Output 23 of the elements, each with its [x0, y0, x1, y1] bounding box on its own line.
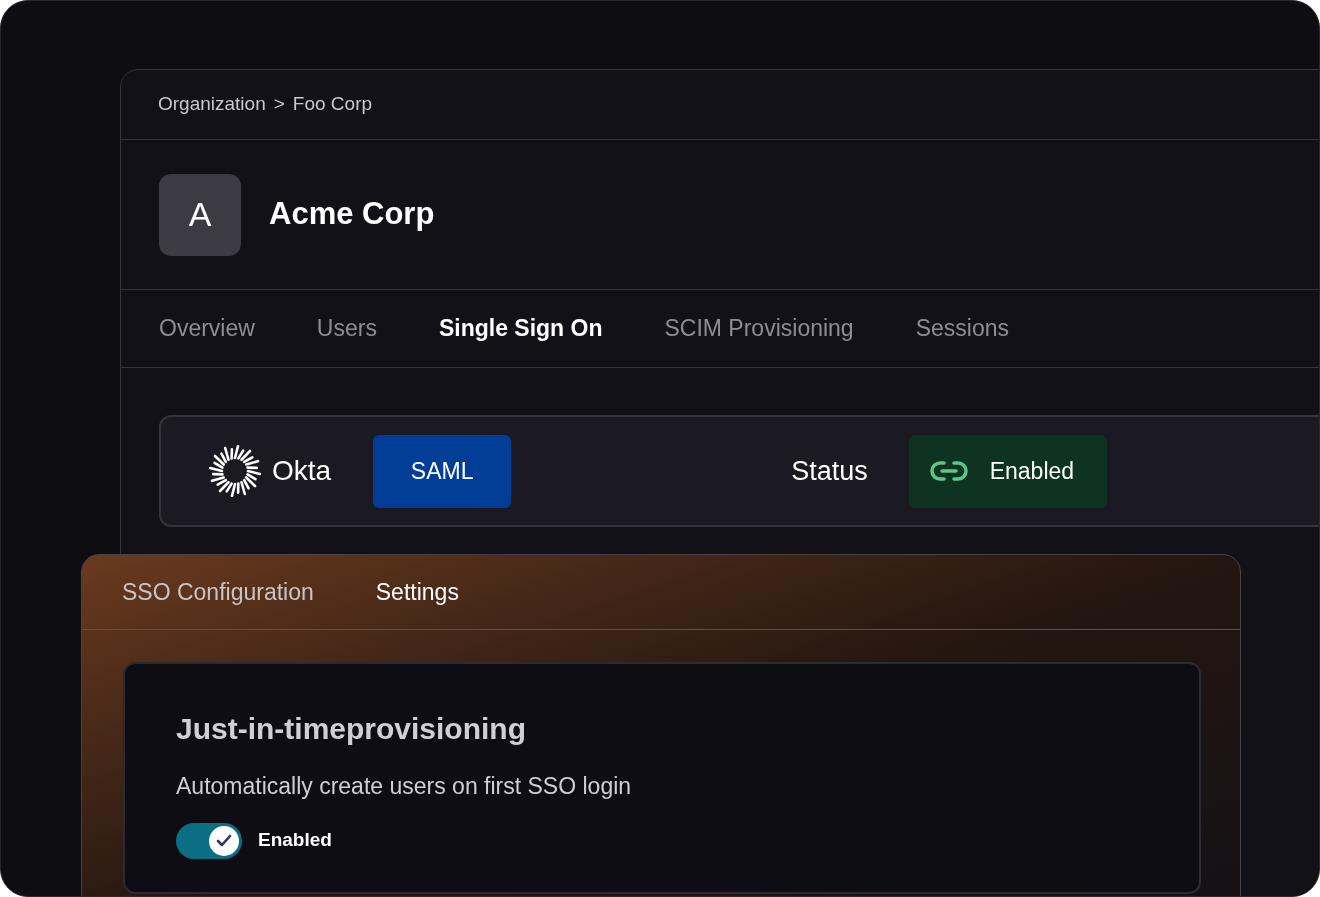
link-icon: [929, 460, 968, 482]
breadcrumb-separator: >: [273, 92, 285, 117]
toggle-label: Enabled: [258, 828, 332, 853]
tab[interactable]: SCIM Provisioning: [664, 311, 854, 346]
toggle-switch[interactable]: [176, 822, 242, 859]
organization-avatar: A: [159, 173, 241, 256]
tab[interactable]: SSO Configuration: [122, 574, 314, 610]
tab[interactable]: Users: [316, 311, 377, 346]
status-label: Status: [791, 454, 868, 488]
section-title: Just-in-timeprovisioning: [176, 711, 527, 747]
provider-name: Okta: [272, 454, 332, 488]
tab[interactable]: Overview: [159, 311, 255, 346]
sunburst-icon: [209, 445, 261, 497]
organization-name: Acme Corp: [269, 195, 435, 234]
tab[interactable]: Sessions: [915, 311, 1009, 346]
tab[interactable]: Settings: [375, 574, 459, 610]
protocol-badge: SAML: [373, 434, 512, 508]
tab[interactable]: Single Sign On: [438, 311, 603, 346]
breadcrumb-current: Foo Corp: [292, 92, 373, 117]
status-badge: Enabled: [908, 434, 1107, 508]
section-description: Automatically create users on first SSO login: [176, 772, 633, 801]
checkmark-icon: [216, 833, 232, 848]
breadcrumb-link[interactable]: Organization: [158, 90, 266, 119]
